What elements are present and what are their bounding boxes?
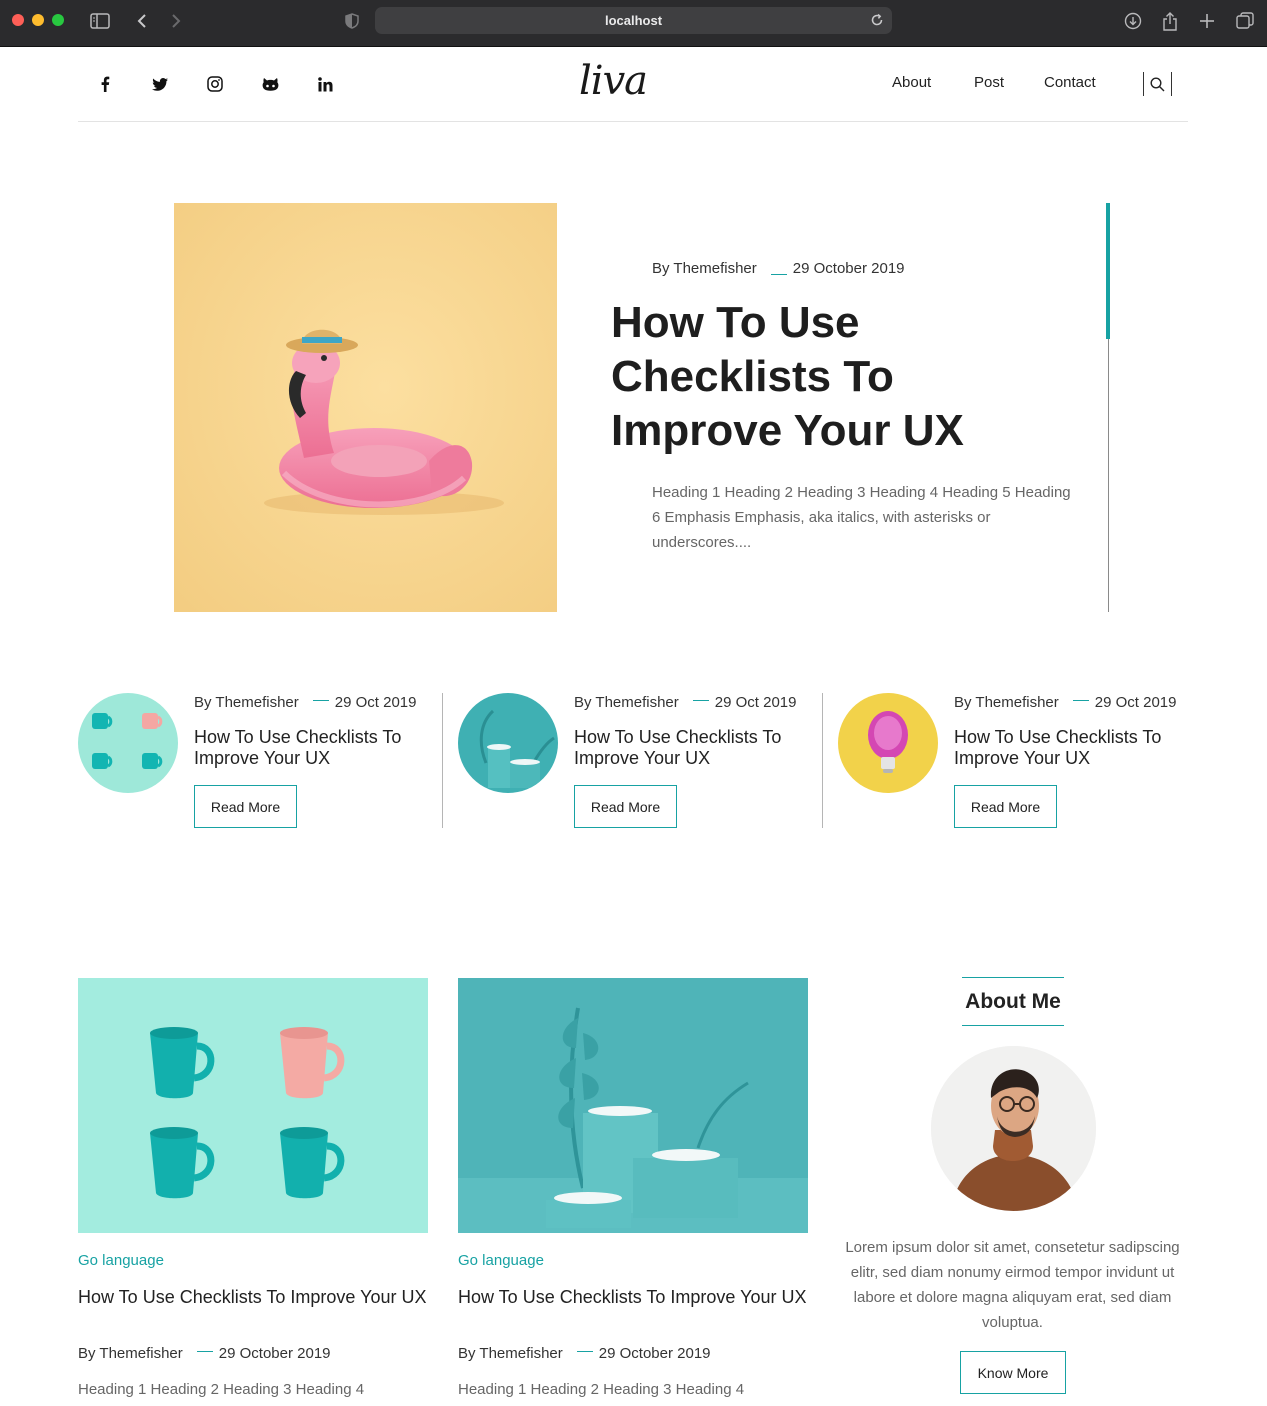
meta-divider — [770, 274, 787, 275]
small-post-meta: By Themefisher 29 Oct 2019 — [954, 694, 1177, 711]
site-header: liva About Post Contact — [78, 48, 1188, 122]
meta-divider — [576, 1351, 593, 1352]
facebook-icon[interactable] — [93, 72, 117, 96]
url-text: localhost — [604, 13, 663, 28]
small-post-title[interactable]: How To Use Checklists To Improve Your UX — [574, 727, 814, 769]
post-card-image-podium[interactable] — [458, 978, 808, 1233]
forward-icon[interactable] — [165, 10, 187, 32]
address-bar[interactable]: localhost — [375, 7, 892, 34]
meta-divider — [196, 1351, 213, 1352]
column-divider — [442, 693, 443, 828]
meta-divider — [312, 700, 329, 701]
close-window-button[interactable] — [12, 14, 24, 26]
privacy-shield-icon[interactable] — [341, 10, 363, 32]
small-post-date: 29 Oct 2019 — [334, 694, 417, 711]
twitter-icon[interactable] — [148, 72, 172, 96]
hero-slider-indicator[interactable] — [1106, 203, 1110, 339]
nav-contact[interactable]: Contact — [1044, 74, 1096, 91]
small-post-author: By Themefisher — [574, 694, 679, 711]
post-card-author: By Themefisher — [458, 1345, 563, 1362]
small-post-date: 29 Oct 2019 — [1094, 694, 1177, 711]
about-me-heading: About Me — [962, 977, 1064, 1026]
downloads-icon[interactable] — [1122, 10, 1144, 32]
small-post-title[interactable]: How To Use Checklists To Improve Your UX — [194, 727, 434, 769]
small-post-image-bulb[interactable] — [838, 693, 938, 793]
tab-overview-icon[interactable] — [1234, 10, 1256, 32]
post-card-date: 29 October 2019 — [218, 1345, 331, 1362]
post-card-meta: By Themefisher 29 October 2019 — [78, 1345, 331, 1362]
post-card-title[interactable]: How To Use Checklists To Improve Your UX — [458, 1287, 808, 1308]
hero-image-flamingo[interactable] — [174, 203, 557, 612]
new-tab-icon[interactable] — [1196, 10, 1218, 32]
hero-date: 29 October 2019 — [792, 260, 905, 277]
small-post-image-mugs[interactable] — [78, 693, 178, 793]
meta-divider — [1072, 700, 1089, 701]
column-divider — [822, 693, 823, 828]
post-card-title[interactable]: How To Use Checklists To Improve Your UX — [78, 1287, 428, 1308]
meta-divider — [692, 700, 709, 701]
post-card-category[interactable]: Go language — [78, 1252, 164, 1269]
small-post-meta: By Themefisher 29 Oct 2019 — [574, 694, 797, 711]
hero-title[interactable]: How To Use Checklists To Improve Your UX — [611, 296, 1051, 458]
small-post-image-podium[interactable] — [458, 693, 558, 793]
small-post-card: By Themefisher 29 Oct 2019 How To Use Ch… — [838, 693, 1198, 828]
small-post-title[interactable]: How To Use Checklists To Improve Your UX — [954, 727, 1194, 769]
browser-toolbar: localhost — [0, 0, 1267, 47]
reload-icon[interactable] — [866, 9, 888, 31]
post-card-image-mugs[interactable] — [78, 978, 428, 1233]
nav-post[interactable]: Post — [974, 74, 1004, 91]
about-me-avatar — [931, 1046, 1096, 1211]
post-card-date: 29 October 2019 — [598, 1345, 711, 1362]
hero-author: By Themefisher — [652, 260, 757, 277]
minimize-window-button[interactable] — [32, 14, 44, 26]
small-post-meta: By Themefisher 29 Oct 2019 — [194, 694, 417, 711]
maximize-window-button[interactable] — [52, 14, 64, 26]
linkedin-icon[interactable] — [313, 72, 337, 96]
post-card-excerpt: Heading 1 Heading 2 Heading 3 Heading 4 — [78, 1381, 365, 1398]
hero-meta: By Themefisher 29 October 2019 — [652, 260, 905, 277]
nav-about[interactable]: About — [892, 74, 931, 91]
sidebar-toggle-icon[interactable] — [89, 10, 111, 32]
share-icon[interactable] — [1159, 10, 1181, 32]
post-card-author: By Themefisher — [78, 1345, 183, 1362]
instagram-icon[interactable] — [203, 72, 227, 96]
github-icon[interactable] — [258, 72, 282, 96]
hero-excerpt: Heading 1 Heading 2 Heading 3 Heading 4 … — [652, 484, 1071, 551]
about-me-text: Lorem ipsum dolor sit amet, consetetur s… — [845, 1239, 1180, 1331]
small-post-date: 29 Oct 2019 — [714, 694, 797, 711]
read-more-button[interactable]: Read More — [954, 785, 1057, 828]
post-card-excerpt: Heading 1 Heading 2 Heading 3 Heading 4 — [458, 1381, 745, 1398]
small-post-author: By Themefisher — [194, 694, 299, 711]
post-card-meta: By Themefisher 29 October 2019 — [458, 1345, 711, 1362]
search-button[interactable] — [1143, 72, 1172, 96]
read-more-button[interactable]: Read More — [574, 785, 677, 828]
read-more-button[interactable]: Read More — [194, 785, 297, 828]
search-icon — [1150, 76, 1165, 91]
small-post-author: By Themefisher — [954, 694, 1059, 711]
know-more-button[interactable]: Know More — [960, 1351, 1066, 1394]
small-post-card: By Themefisher 29 Oct 2019 How To Use Ch… — [78, 693, 438, 828]
back-icon[interactable] — [131, 10, 153, 32]
site-logo[interactable]: liva — [578, 58, 648, 104]
post-card-category[interactable]: Go language — [458, 1252, 544, 1269]
small-post-card: By Themefisher 29 Oct 2019 How To Use Ch… — [458, 693, 818, 828]
